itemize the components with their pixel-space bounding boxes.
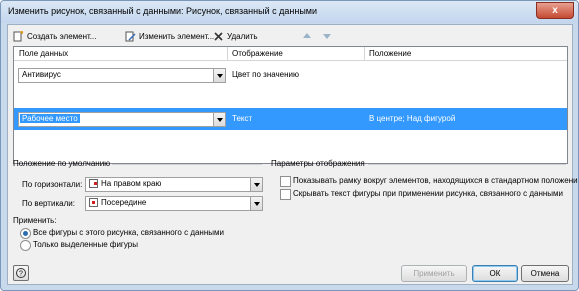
move-down-icon[interactable] xyxy=(321,30,333,42)
apply-all-label[interactable]: Все фигуры с этого рисунка, связанного с… xyxy=(33,228,224,237)
create-item-button[interactable]: Создать элемент... xyxy=(13,30,96,43)
title-bar[interactable]: Изменить рисунок, связанный с данными: Р… xyxy=(1,1,578,23)
vertical-position-select[interactable]: Посередине xyxy=(85,196,263,211)
dialog-window: Изменить рисунок, связанный с данными: Р… xyxy=(0,0,579,291)
vertical-label: По вертикали: xyxy=(22,199,75,208)
dialog-client: Создать элемент... Изменить элемент... У… xyxy=(7,24,578,285)
hide-text-checkbox[interactable] xyxy=(280,189,291,200)
field-combo[interactable]: Рабочее место xyxy=(18,112,226,127)
move-up-icon[interactable] xyxy=(301,30,313,42)
display-params-heading: Параметры отображения xyxy=(271,159,365,168)
delete-button[interactable]: Удалить xyxy=(213,30,258,43)
delete-icon xyxy=(214,32,223,41)
apply-selected-radio[interactable] xyxy=(20,240,31,251)
vertical-position-value: Посередине xyxy=(89,198,146,208)
position-cell: В центре; Над фигурой xyxy=(369,114,456,123)
chevron-down-icon[interactable] xyxy=(250,178,262,191)
chevron-down-icon[interactable] xyxy=(250,197,262,210)
field-combo[interactable]: Антивирус xyxy=(18,68,226,83)
create-item-label: Создать элемент... xyxy=(27,32,97,41)
hide-text-label[interactable]: Скрывать текст фигуры при применении рис… xyxy=(293,189,563,198)
field-value: Рабочее место xyxy=(20,114,80,123)
svg-text:?: ? xyxy=(19,271,23,278)
apply-heading: Применить: xyxy=(13,216,57,225)
horizontal-position-value: На правом краю xyxy=(89,179,161,189)
delete-label: Удалить xyxy=(227,32,258,41)
column-header-field[interactable]: Поле данных xyxy=(19,49,68,58)
edit-item-button[interactable]: Изменить элемент... xyxy=(125,30,214,43)
table-row-selected[interactable]: Рабочее место Текст В центре; Над фигуро… xyxy=(14,108,567,130)
column-divider[interactable] xyxy=(364,47,365,60)
default-position-heading: Положение по умолчанию xyxy=(13,159,111,168)
horizontal-label: По горизонтали: xyxy=(22,180,83,189)
column-header-display[interactable]: Отображение xyxy=(232,49,283,58)
apply-button[interactable]: Применить xyxy=(401,265,467,282)
field-value: Антивирус xyxy=(22,70,61,79)
show-border-label[interactable]: Показывать рамку вокруг элементов, наход… xyxy=(293,176,578,185)
close-icon: x xyxy=(552,5,558,16)
edit-item-label: Изменить элемент... xyxy=(139,32,215,41)
new-item-icon xyxy=(13,31,24,42)
horizontal-position-select[interactable]: На правом краю xyxy=(85,177,263,192)
middle-icon xyxy=(89,198,98,208)
section-divider xyxy=(368,164,566,165)
cancel-button[interactable]: Отмена xyxy=(521,265,569,282)
chevron-down-icon[interactable] xyxy=(213,69,225,82)
chevron-down-icon[interactable] xyxy=(213,113,225,126)
edit-item-icon xyxy=(125,31,136,42)
section-divider xyxy=(112,164,262,165)
display-cell: Текст xyxy=(232,114,253,123)
display-cell: Цвет по значению xyxy=(232,70,300,79)
column-divider[interactable] xyxy=(227,47,228,60)
show-border-checkbox[interactable] xyxy=(280,176,291,187)
table-row[interactable]: Антивирус Цвет по значению xyxy=(14,64,567,86)
apply-all-radio[interactable] xyxy=(20,228,31,239)
right-edge-icon xyxy=(89,179,98,189)
help-icon: ? xyxy=(16,268,26,278)
close-button[interactable]: x xyxy=(536,2,574,19)
column-header-position[interactable]: Положение xyxy=(369,49,411,58)
window-title: Изменить рисунок, связанный с данными: Р… xyxy=(8,6,317,16)
help-button[interactable]: ? xyxy=(13,265,29,281)
apply-selected-label[interactable]: Только выделенные фигуры xyxy=(33,240,138,249)
grid-header: Поле данных Отображение Положение xyxy=(14,47,567,61)
data-items-grid: Поле данных Отображение Положение Антиви… xyxy=(13,46,568,164)
ok-button[interactable]: ОК xyxy=(472,265,518,282)
